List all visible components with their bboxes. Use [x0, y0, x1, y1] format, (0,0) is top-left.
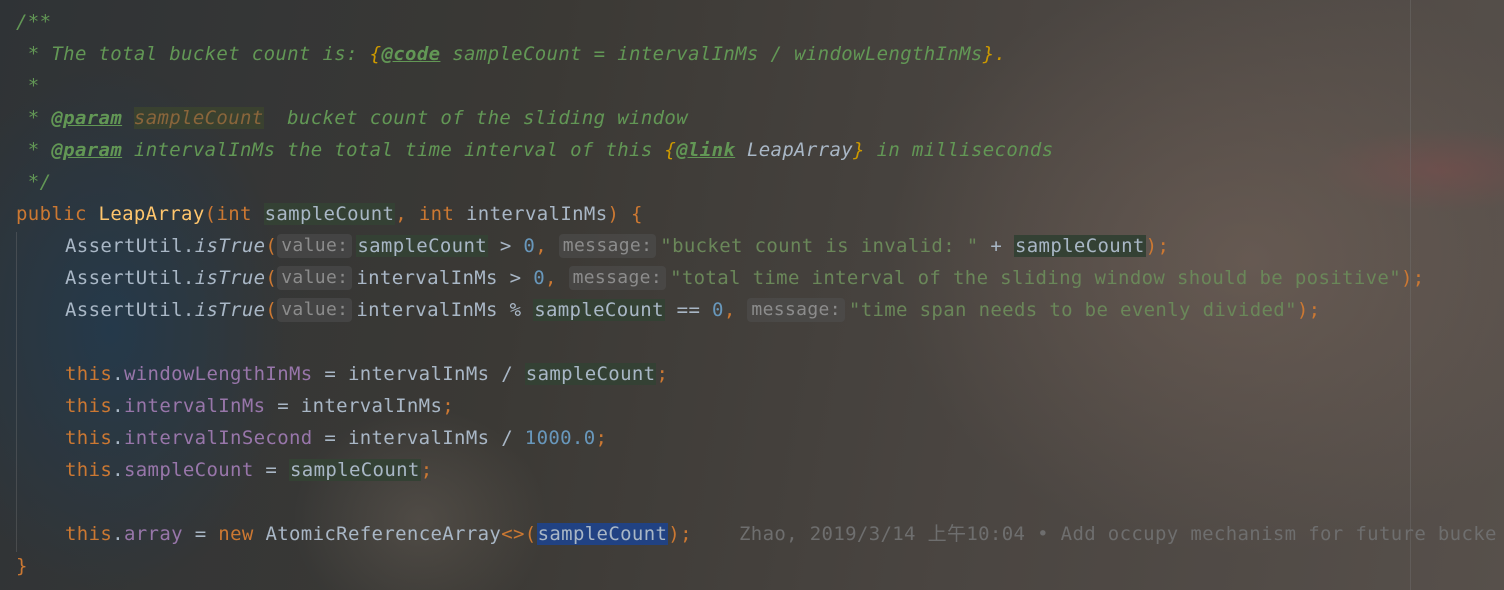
param-hint: message:	[747, 298, 845, 322]
param-hint: value:	[277, 266, 353, 290]
right-margin-guide	[1410, 0, 1411, 590]
indent-guide	[16, 232, 17, 552]
param-hint: value:	[277, 298, 353, 322]
constructor-name: LeapArray	[98, 203, 205, 225]
doc-param-sample-count: * @param sampleCount bucket count of the…	[16, 107, 688, 129]
param-hint: message:	[558, 234, 657, 258]
doc-comment-open: /**	[16, 11, 52, 33]
param-interval-in-ms: intervalInMs	[466, 203, 608, 225]
doc-comment-line-2: *	[16, 75, 40, 97]
assign-array: this.array = new AtomicReferenceArray<>(…	[65, 523, 1497, 545]
git-blame-annotation: Zhao, 2019/3/14 上午10:04 • Add occupy mec…	[691, 523, 1497, 545]
doc-link-tag: @link	[676, 139, 736, 161]
assign-interval-in-second: this.intervalInSecond = intervalInMs / 1…	[65, 427, 608, 449]
selected-identifier[interactable]: sampleCount	[536, 523, 669, 545]
assert-line-1: AssertUtil.isTrue(value: sampleCount > 0,…	[65, 234, 1170, 258]
param-sample-count: sampleCount	[263, 203, 396, 225]
param-hint: value:	[277, 234, 353, 258]
doc-param-name: intervalInMs	[133, 139, 276, 161]
code-editor[interactable]: /** * The total bucket count is: {@code …	[0, 0, 1504, 590]
closing-brace: }	[16, 555, 28, 577]
doc-param-tag: @param	[51, 107, 123, 129]
doc-param-interval: * @param intervalInMs the total time int…	[16, 139, 1054, 161]
assign-window-length: this.windowLengthInMs = intervalInMs / s…	[65, 363, 669, 385]
assign-sample-count: this.sampleCount = sampleCount;	[65, 459, 433, 481]
assert-line-2: AssertUtil.isTrue(value: intervalInMs > 0…	[65, 266, 1425, 290]
doc-comment-close: */	[16, 171, 52, 193]
assert-line-3: AssertUtil.isTrue(value: intervalInMs % s…	[65, 298, 1321, 322]
assign-interval-in-ms: this.intervalInMs = intervalInMs;	[65, 395, 455, 417]
constructor-signature: public LeapArray(int sampleCount, int in…	[16, 203, 643, 225]
doc-param-tag: @param	[51, 139, 123, 161]
doc-link-target: LeapArray	[735, 139, 854, 161]
doc-comment-line-1: * The total bucket count is: {@code samp…	[16, 43, 1007, 65]
param-hint: message:	[568, 266, 667, 290]
doc-param-name: sampleCount	[133, 107, 264, 129]
doc-code-tag: @code	[381, 43, 441, 65]
